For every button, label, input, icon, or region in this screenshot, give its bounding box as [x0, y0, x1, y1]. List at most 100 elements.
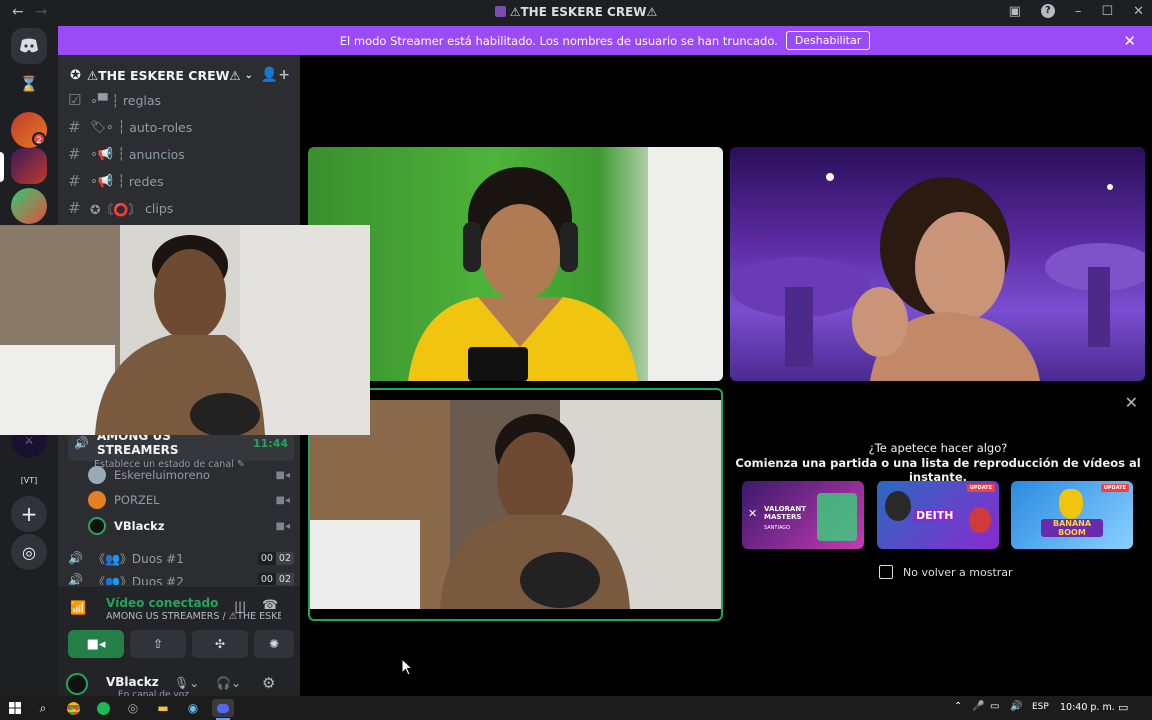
- folder-icon[interactable]: ▬: [154, 699, 172, 717]
- activity-suggestions: ✕ ¿Te apetece hacer algo? Comienza una p…: [730, 389, 1146, 621]
- video-tile-green-screen[interactable]: [308, 147, 723, 381]
- title-bar: ← → ⚠THE ESKERE CREW⚠ ▣ ? – ☐ ✕: [0, 0, 1152, 26]
- selected-indicator: [0, 152, 4, 182]
- channel-redes[interactable]: # ∘📢 ┆ redes: [68, 170, 164, 192]
- video-frame: [408, 147, 723, 381]
- server-icon: [494, 6, 506, 17]
- server-name: ⚠THE ESKERE CREW⚠: [86, 67, 241, 83]
- search-icon[interactable]: ⌕: [34, 699, 52, 717]
- video-tile-purple-background[interactable]: [730, 147, 1145, 381]
- banner-close-icon[interactable]: ✕: [1123, 32, 1136, 50]
- video-tile-vblackz[interactable]: [308, 388, 723, 621]
- chrome-icon[interactable]: [64, 699, 82, 717]
- window-title: ⚠THE ESKERE CREW⚠: [0, 5, 1152, 19]
- microphone-tray-icon[interactable]: 🎤: [972, 701, 984, 712]
- avatar: [88, 517, 106, 535]
- spotify-icon[interactable]: [94, 699, 112, 717]
- clock[interactable]: 10:40 p. m.: [1060, 702, 1115, 713]
- channel-anuncios[interactable]: # ∘📢 ┆ anuncios: [68, 143, 185, 165]
- video-frame: [310, 400, 721, 609]
- guild-anime[interactable]: [11, 188, 47, 224]
- speaker-icon: 🔊: [68, 551, 83, 565]
- activity-card-deith[interactable]: UPDATE DEITH: [877, 481, 999, 549]
- windows-taskbar: ⌕ ◎ ▬ ◉ ⌃ 🎤 ▭ 🔊 ESP 10:40 p. m. ▭: [0, 696, 1152, 720]
- disconnect-icon[interactable]: ☎: [262, 598, 278, 613]
- notifications-icon[interactable]: ▭: [1118, 701, 1128, 714]
- avatar: [88, 466, 106, 484]
- video-frame: [730, 173, 1145, 381]
- microphone-icon[interactable]: 🎙⌄: [174, 676, 199, 690]
- voice-channel-duos-2[interactable]: 🔊 《👥》Duos #2 00 02: [68, 573, 294, 585]
- voice-connection-panel: 📶 Vídeo conectado AMONG US STREAMERS / ⚠…: [58, 587, 300, 671]
- voice-member[interactable]: Eskereluimoreno ■◂: [88, 464, 290, 486]
- disable-streamer-button[interactable]: Deshabilitar: [785, 31, 871, 50]
- language-indicator[interactable]: ESP: [1032, 702, 1049, 712]
- soundboard-button[interactable]: ✺: [254, 630, 294, 658]
- camera-icon: ■◂: [275, 469, 290, 481]
- rules-icon: ☑: [68, 91, 82, 109]
- network-icon[interactable]: ▭: [990, 701, 999, 712]
- windows-start-icon[interactable]: [6, 699, 24, 717]
- gear-icon[interactable]: ⚙: [262, 674, 275, 692]
- mouse-cursor: [401, 658, 413, 676]
- guild-eskere-crew[interactable]: [11, 148, 47, 184]
- chevron-down-icon: ⌄: [244, 69, 253, 81]
- voice-status[interactable]: Vídeo conectado: [106, 596, 218, 610]
- activity-card-valorant[interactable]: VALORANT MASTERS SANTIAGO ✕: [742, 481, 864, 549]
- signal-icon[interactable]: 📶: [70, 601, 86, 616]
- activities-button[interactable]: ✣: [192, 630, 248, 658]
- screen-share-button[interactable]: ⇧: [130, 630, 186, 658]
- user-avatar[interactable]: [66, 673, 88, 695]
- dont-show-label[interactable]: No volver a mostrar: [903, 566, 1013, 579]
- avatar: [88, 491, 106, 509]
- add-server-icon[interactable]: +: [11, 496, 47, 532]
- user-name[interactable]: VBlackz: [106, 675, 159, 689]
- voice-location[interactable]: AMONG US STREAMERS / ⚠THE ESKE...: [106, 611, 281, 622]
- banner-text: El modo Streamer está habilitado. Los no…: [339, 33, 778, 48]
- discord-home-icon[interactable]: [11, 28, 47, 64]
- server-boost-icon: ✪: [70, 67, 81, 83]
- hash-icon: #: [68, 199, 81, 217]
- streamer-mode-banner: El modo Streamer está habilitado. Los no…: [58, 26, 1152, 55]
- hash-icon: #: [68, 145, 81, 163]
- minimize-icon[interactable]: –: [1075, 4, 1082, 19]
- window-controls: ▣ ? – ☐ ✕: [1009, 4, 1144, 19]
- noise-suppression-icon[interactable]: |||: [234, 600, 246, 614]
- activity-card-banana-boom[interactable]: UPDATE BANANA BOOM: [1011, 481, 1133, 549]
- speaker-icon: 🔊: [74, 436, 89, 450]
- headphones-icon[interactable]: 🎧⌄: [216, 676, 241, 690]
- close-window-icon[interactable]: ✕: [1133, 4, 1144, 19]
- camera-icon: ■◂: [275, 494, 290, 506]
- channel-reglas[interactable]: ☑ ∘▀ ┆ reglas: [68, 89, 161, 111]
- hash-icon: #: [68, 172, 81, 190]
- camera-icon: ■◂: [275, 520, 290, 532]
- speaker-icon: 🔊: [68, 573, 83, 585]
- steam-icon[interactable]: ◉: [184, 699, 202, 717]
- volume-icon[interactable]: 🔊: [1010, 701, 1022, 712]
- channel-auto-roles[interactable]: # 🏷∘ ┆ auto-roles: [68, 116, 192, 138]
- guild-victory[interactable]: [VT]: [11, 462, 47, 498]
- video-frame: [0, 225, 370, 435]
- voice-channel-duos-1[interactable]: 🔊 《👥》Duos #1 00 02: [68, 547, 294, 569]
- voice-channel-time: 11:44: [252, 436, 288, 450]
- hash-icon: #: [68, 118, 81, 136]
- help-icon[interactable]: ?: [1040, 4, 1055, 18]
- voice-member[interactable]: PORZEL ■◂: [88, 489, 290, 511]
- chevron-up-icon[interactable]: ⌃: [954, 701, 962, 712]
- invite-icon[interactable]: 👤+: [261, 67, 290, 83]
- hourglass-icon[interactable]: ⌛: [11, 66, 47, 102]
- voice-member[interactable]: VBlackz ■◂: [88, 515, 290, 537]
- discord-taskbar-icon[interactable]: [212, 699, 234, 717]
- maximize-icon[interactable]: ☐: [1101, 4, 1113, 19]
- dont-show-checkbox[interactable]: [879, 565, 893, 579]
- activity-question: ¿Te apetece hacer algo?: [868, 441, 1008, 455]
- user-panel: VBlackz En canal de voz 🎙⌄ 🎧⌄ ⚙: [58, 671, 300, 696]
- explore-icon[interactable]: ◎: [11, 534, 47, 570]
- channel-clips[interactable]: # ✪〘⭕〙 clips: [68, 197, 173, 219]
- camera-button[interactable]: ■◂: [68, 630, 124, 658]
- inbox-icon[interactable]: ▣: [1009, 4, 1021, 19]
- floating-video-overlay[interactable]: [0, 225, 370, 435]
- app-icon[interactable]: ◎: [124, 699, 142, 717]
- activity-close-icon[interactable]: ✕: [1125, 393, 1138, 412]
- valorant-icon: ✕: [748, 507, 758, 520]
